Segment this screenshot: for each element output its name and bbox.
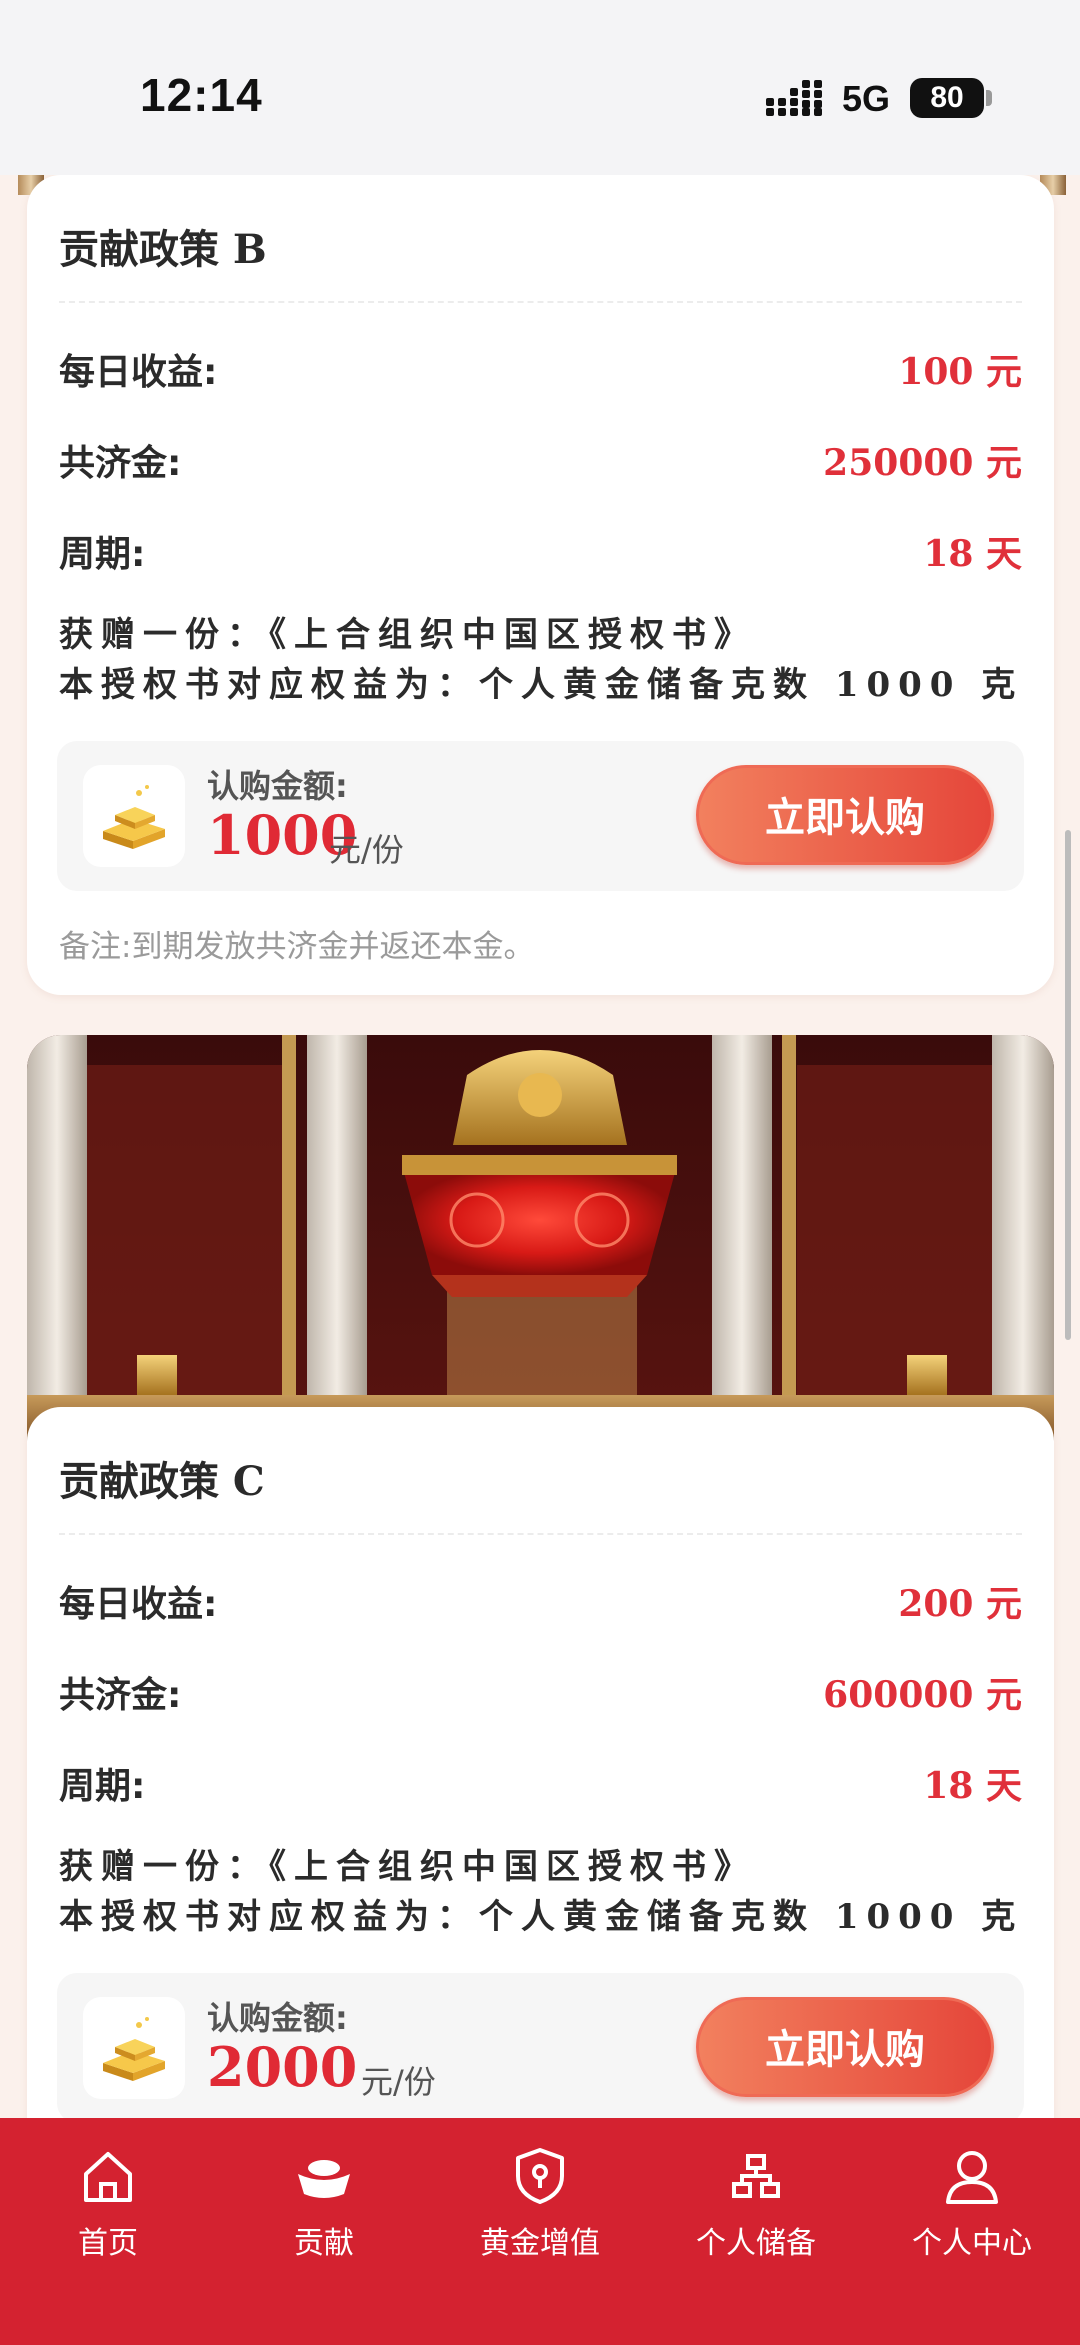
gold-bars-icon — [83, 1997, 185, 2099]
nav-contribute[interactable]: 贡献 — [216, 2138, 432, 2268]
remark-note: 备注:到期发放共济金并返还本金。 — [59, 929, 535, 965]
gift-line: 获赠一份：《上合组织中国区授权书》 — [59, 1847, 756, 1887]
subscription-box: 认购金额: 1000 元/份 立即认购 — [57, 741, 1024, 891]
daily-income-label: 每日收益: — [59, 1584, 218, 1625]
subscription-amount-label: 认购金额: — [207, 1999, 348, 2037]
period-value: 18 天 — [923, 533, 1022, 575]
gold-ingot-icon — [298, 2160, 350, 2198]
fund-value: 600000 元 — [823, 1674, 1022, 1716]
fund-value: 250000 元 — [823, 442, 1022, 484]
nav-home[interactable]: 首页 — [0, 2138, 216, 2268]
home-icon — [84, 2152, 132, 2202]
fund-label: 共济金: — [59, 1675, 182, 1716]
user-icon — [946, 2151, 998, 2204]
status-bar: 12:14 5G 80 — [0, 0, 1080, 175]
battery-tip — [986, 90, 992, 106]
cellular-signal-icon — [766, 80, 822, 116]
period-label: 周期: — [59, 534, 146, 575]
subscribe-now-button[interactable]: 立即认购 — [696, 1997, 994, 2097]
network-type: 5G — [842, 78, 891, 119]
palace-seal-illustration — [27, 1035, 1054, 1445]
subscribe-now-button[interactable]: 立即认购 — [696, 765, 994, 865]
subscription-box: 认购金额: 2000 元/份 立即认购 — [57, 1973, 1024, 2120]
battery-indicator: 80 — [910, 78, 984, 118]
fund-label: 共济金: — [59, 443, 182, 484]
rights-line: 本授权书对应权益为：个人黄金储备克数 1000 克 — [59, 665, 1024, 705]
subscription-amount-label: 认购金额: — [207, 767, 348, 805]
bottom-nav: 首页 贡献 黄金增值 个人储备 个人中心 — [0, 2118, 1080, 2345]
nav-gold-appreciation[interactable]: 黄金增值 — [432, 2138, 648, 2268]
scrollbar[interactable] — [1065, 830, 1071, 1340]
period-label: 周期: — [59, 1766, 146, 1807]
daily-income-value: 200 元 — [898, 1583, 1022, 1625]
nav-personal-reserve-label: 个人储备 — [696, 2226, 816, 2261]
policy-c-banner-image — [27, 1035, 1054, 1445]
divider — [59, 301, 1022, 303]
policy-title: 贡献政策 B — [59, 226, 267, 273]
divider — [59, 1533, 1022, 1535]
rights-line: 本授权书对应权益为：个人黄金储备克数 1000 克 — [59, 1897, 1024, 1937]
nav-profile[interactable]: 个人中心 — [864, 2138, 1080, 2268]
gold-bars-icon — [83, 765, 185, 867]
period-value: 18 天 — [923, 1765, 1022, 1807]
gift-line: 获赠一份：《上合组织中国区授权书》 — [59, 615, 756, 655]
subscription-unit: 元/份 — [329, 831, 404, 869]
nav-home-label: 首页 — [78, 2226, 138, 2261]
daily-income-label: 每日收益: — [59, 352, 218, 393]
network-icon — [732, 2154, 780, 2198]
nav-contribute-label: 贡献 — [294, 2226, 354, 2261]
content-scroll-area[interactable]: 贡献政策 B 每日收益: 100 元 共济金: 250000 元 周期: 18 … — [0, 175, 1080, 2120]
subscription-amount: 2000 — [207, 2035, 358, 2099]
subscription-unit: 元/份 — [361, 2063, 436, 2101]
policy-card-c: 贡献政策 C 每日收益: 200 元 共济金: 600000 元 周期: 18 … — [27, 1407, 1054, 2120]
nav-gold-appreciation-label: 黄金增值 — [480, 2226, 600, 2261]
status-time: 12:14 — [140, 69, 263, 121]
shield-location-icon — [516, 2148, 564, 2204]
nav-personal-reserve[interactable]: 个人储备 — [648, 2138, 864, 2268]
daily-income-value: 100 元 — [898, 351, 1022, 393]
policy-title: 贡献政策 C — [59, 1458, 265, 1505]
policy-card-b: 贡献政策 B 每日收益: 100 元 共济金: 250000 元 周期: 18 … — [27, 175, 1054, 995]
nav-profile-label: 个人中心 — [912, 2226, 1032, 2261]
